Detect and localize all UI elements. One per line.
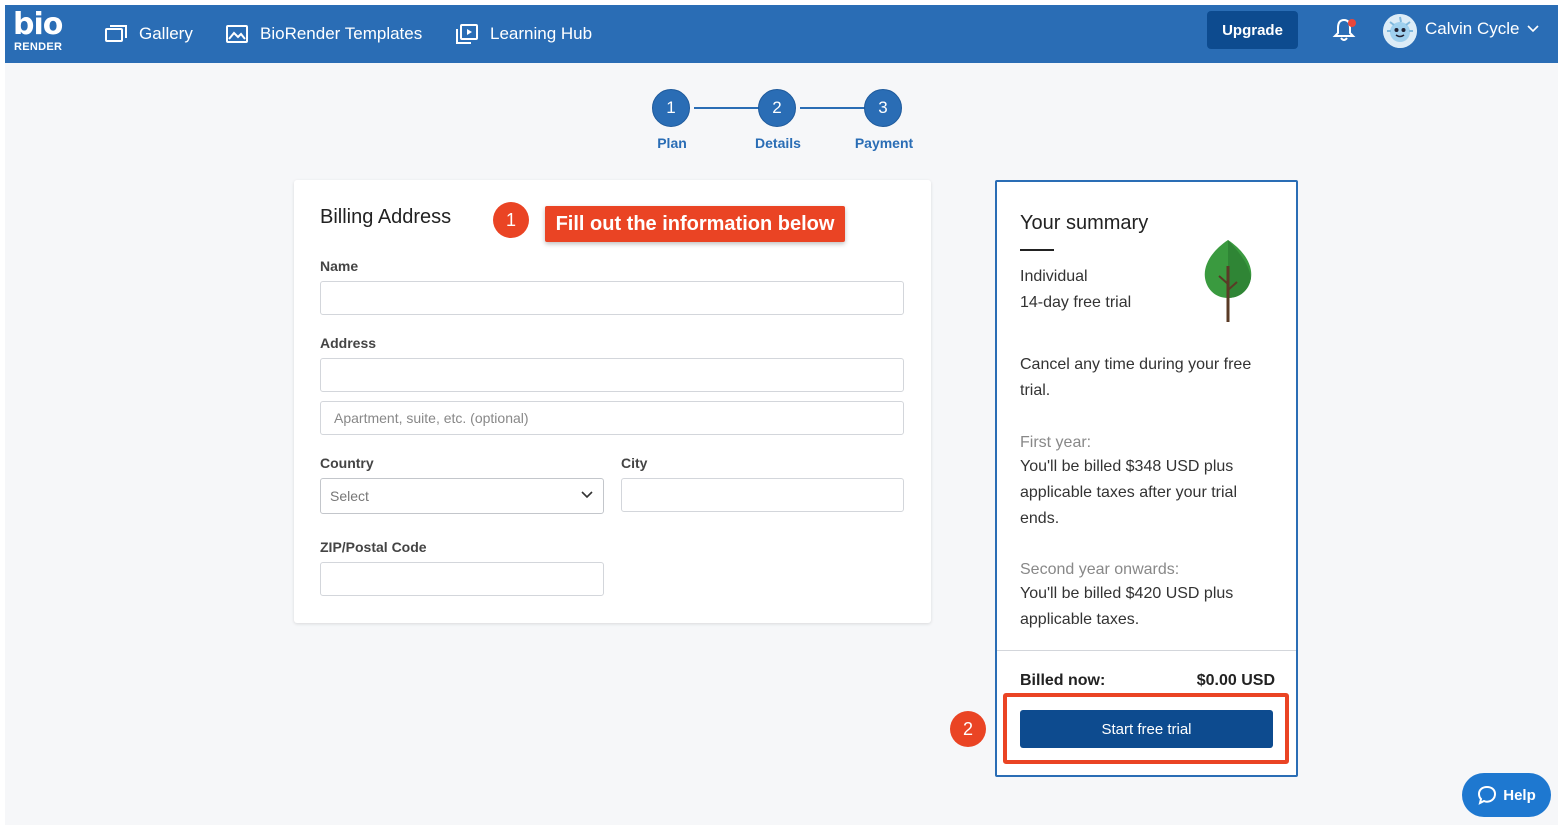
annotation-badge-2: 2 [950,711,986,747]
second-year-label: Second year onwards: [1020,561,1180,578]
zip-label: ZIP/Postal Code [320,539,427,555]
address-input[interactable] [320,358,904,392]
image-icon [226,25,248,43]
top-nav: bio RENDER Gallery BioRender Templates L… [5,5,1558,63]
name-label: Name [320,258,359,274]
cancel-text: Cancel any time during your free trial. [1020,356,1252,399]
billed-now-label: Billed now: [1020,672,1106,689]
step-label: Payment [854,135,914,151]
first-year-label: First year: [1020,434,1092,451]
gallery-icon [105,25,127,42]
address-line2-input[interactable] [320,401,904,435]
annotation-callout: Fill out the information below [545,206,845,242]
address-label: Address [320,335,377,351]
stepper-connector-1 [694,107,761,109]
trial-length: 14-day free trial [1020,294,1132,311]
upgrade-button[interactable]: Upgrade [1207,11,1298,49]
billed-now-value: $0.00 USD [1196,672,1275,689]
chevron-down-icon [581,491,593,499]
nav-item-gallery[interactable]: Gallery [105,19,193,49]
notification-dot [1348,19,1356,27]
city-label: City [621,455,648,471]
summary-title: Your summary [1020,212,1149,234]
city-input[interactable] [621,478,904,512]
chevron-down-icon [1527,25,1540,33]
plan-name: Individual [1020,268,1088,285]
step-plan[interactable]: 1 Plan [652,89,692,151]
logo-text-bottom: RENDER [14,41,63,53]
nav-item-templates-label: BioRender Templates [260,24,423,43]
logo-text-top: bio [13,7,63,42]
nav-item-gallery-label: Gallery [139,24,193,43]
username-label: Calvin Cycle [1425,19,1520,38]
nav-item-templates[interactable]: BioRender Templates [226,19,422,49]
country-label: Country [320,455,374,471]
nav-item-learning-hub-label: Learning Hub [490,24,593,43]
avatar-face-icon [1383,14,1417,48]
second-year-text: You'll be billed $420 USD plus applicabl… [1020,585,1234,628]
step-number: 1 [652,89,690,127]
step-number: 2 [758,89,796,127]
first-year-text: You'll be billed $348 USD plus applicabl… [1020,458,1237,527]
country-select-value: Select [330,488,369,504]
chat-bubble-icon [1478,785,1497,805]
user-menu[interactable]: Calvin Cycle [1425,19,1540,39]
step-label: Details [755,135,801,151]
biorender-logo[interactable]: bio RENDER [13,7,65,57]
step-number: 3 [864,89,902,127]
nav-item-learning-hub[interactable]: Learning Hub [456,19,592,49]
app-frame: bio RENDER Gallery BioRender Templates L… [5,5,1558,825]
billing-address-card: Billing Address Name Address Country Sel… [294,180,931,623]
step-details[interactable]: 2 Details [755,89,801,151]
summary-card: Your summary Individual 14-day free tria… [995,180,1298,777]
step-payment[interactable]: 3 Payment [855,89,913,151]
billing-title: Billing Address [320,206,452,228]
help-label: Help [1503,786,1536,804]
help-button[interactable]: Help [1462,773,1551,817]
country-select[interactable]: Select [320,478,604,514]
step-label: Plan [657,135,687,151]
tree-icon [1204,240,1252,322]
name-input[interactable] [320,281,904,315]
play-icon [456,24,478,44]
summary-divider [997,650,1296,651]
stepper-connector-2 [800,107,867,109]
annotation-badge-1: 1 [493,202,529,238]
annotation-highlight-box [1003,693,1289,764]
avatar[interactable] [1383,14,1417,48]
summary-divider-short [1020,249,1054,251]
zip-input[interactable] [320,562,604,596]
